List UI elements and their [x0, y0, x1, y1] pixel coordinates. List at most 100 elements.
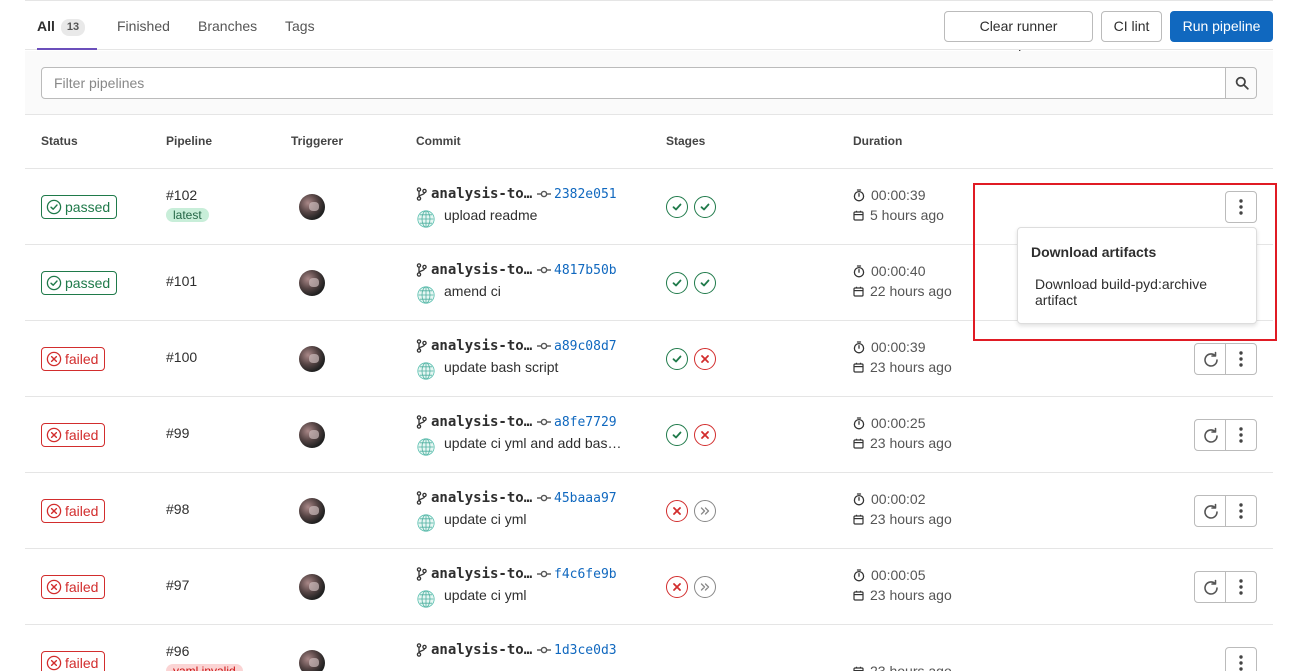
branch-name: analysis-to… [431, 566, 533, 582]
ci-lint-button[interactable]: CI lint [1101, 11, 1162, 42]
status-badge[interactable]: failed [41, 347, 106, 371]
retry-icon [1204, 351, 1218, 367]
pipeline-id-link[interactable]: #98 [166, 501, 189, 517]
run-pipeline-button[interactable]: Run pipeline [1170, 11, 1273, 42]
avatar[interactable] [299, 270, 325, 296]
status-badge[interactable]: passed [41, 195, 118, 219]
retry-button[interactable] [1194, 571, 1226, 603]
status-badge[interactable]: failed [41, 575, 106, 599]
more-actions-button[interactable] [1225, 419, 1257, 451]
commit-icon [537, 646, 551, 654]
dropdown-title: Download artifacts [1031, 244, 1157, 260]
tab-all[interactable]: All 13 [37, 0, 98, 50]
branch-ref[interactable]: analysis-to… [416, 490, 532, 506]
commit-sha-link[interactable]: a8fe7729 [554, 415, 617, 430]
branch-ref[interactable]: analysis-to… [416, 338, 532, 354]
calendar-icon [853, 438, 864, 449]
column-stages: Stages [666, 134, 706, 148]
more-actions-button[interactable] [1225, 495, 1257, 527]
branch-ref[interactable]: analysis-to… [416, 186, 532, 202]
pipeline-row: failed #99 analysis-to… a8fe7729 update ci y… [25, 397, 1273, 473]
more-actions-button[interactable] [1225, 571, 1257, 603]
branch-icon [416, 415, 427, 429]
stage-failed-icon[interactable] [694, 348, 716, 370]
status-badge[interactable]: passed [41, 271, 118, 295]
commit-sha-link[interactable]: 4817b50b [554, 263, 617, 278]
download-artifact-item[interactable]: Download build-pyd:archive artifact [1035, 276, 1245, 308]
more-actions-button[interactable] [1225, 343, 1257, 375]
branch-ref[interactable]: analysis-to… [416, 414, 532, 430]
stage-failed-icon[interactable] [694, 424, 716, 446]
commit-sha-link[interactable]: 2382e051 [554, 187, 617, 202]
filter-search-button[interactable] [1225, 67, 1257, 99]
pipeline-id-link[interactable]: #101 [166, 273, 197, 289]
stage-success-icon[interactable] [694, 272, 716, 294]
commit-message-link[interactable]: amend ci [444, 283, 501, 299]
status-badge[interactable]: failed [41, 423, 106, 447]
timer-icon [853, 188, 865, 201]
status-badge[interactable]: failed [41, 499, 106, 523]
duration: 00:00:02 [853, 491, 926, 507]
retry-button[interactable] [1194, 419, 1226, 451]
avatar[interactable] [299, 498, 325, 524]
retry-button[interactable] [1194, 343, 1226, 375]
finished-time-value: 23 hours ago [870, 587, 952, 603]
commit-sha-link[interactable]: 1d3ce0d3 [554, 643, 617, 658]
pipeline-row: failed #97 analysis-to… f4c6fe9b update ci y… [25, 549, 1273, 625]
avatar[interactable] [299, 574, 325, 600]
commit-message-link[interactable]: update bash script [444, 359, 558, 375]
stage-skipped-icon[interactable] [694, 576, 716, 598]
branch-name: analysis-to… [431, 414, 533, 430]
project-avatar-icon [417, 362, 435, 380]
finished-time-value: 23 hours ago [870, 663, 952, 671]
avatar[interactable] [299, 422, 325, 448]
branch-name: analysis-to… [431, 186, 533, 202]
status-failed-icon [46, 503, 62, 519]
finished-time-value: 22 hours ago [870, 283, 952, 299]
pipeline-id-link[interactable]: #97 [166, 577, 189, 593]
pipeline-id-link[interactable]: #99 [166, 425, 189, 441]
tab-finished[interactable]: Finished [117, 0, 170, 50]
clear-runner-caches-button[interactable]: Clear runner caches [944, 11, 1093, 63]
stage-success-icon[interactable] [694, 196, 716, 218]
project-avatar-icon [417, 286, 435, 304]
stage-failed-icon[interactable] [666, 576, 688, 598]
more-actions-button[interactable] [1225, 647, 1257, 671]
duration: 00:00:39 [853, 187, 926, 203]
tab-tags[interactable]: Tags [285, 0, 315, 50]
commit-message-link[interactable]: upload readme [444, 207, 537, 223]
branch-ref[interactable]: analysis-to… [416, 566, 532, 582]
stage-success-icon[interactable] [666, 272, 688, 294]
retry-button[interactable] [1194, 495, 1226, 527]
pipeline-id-link[interactable]: #102 [166, 187, 197, 203]
tab-branches[interactable]: Branches [198, 0, 257, 50]
stages-group [666, 424, 716, 446]
stage-success-icon[interactable] [666, 196, 688, 218]
commit-sha-link[interactable]: 45baaa97 [554, 491, 617, 506]
stage-success-icon[interactable] [666, 424, 688, 446]
commit-message-link[interactable]: update ci yml and add bas… [444, 435, 621, 451]
commit-sha-link[interactable]: a89c08d7 [554, 339, 617, 354]
pipeline-id-link[interactable]: #96 [166, 643, 189, 659]
avatar[interactable] [299, 194, 325, 220]
commit-message-link[interactable]: update ci yml [444, 511, 526, 527]
pipeline-id-link[interactable]: #100 [166, 349, 197, 365]
project-avatar-icon [417, 590, 435, 608]
avatar[interactable] [299, 650, 325, 671]
more-actions-button[interactable] [1225, 191, 1257, 223]
branch-ref[interactable]: analysis-to… [416, 262, 532, 278]
stage-failed-icon[interactable] [666, 500, 688, 522]
calendar-icon [853, 590, 864, 601]
avatar[interactable] [299, 346, 325, 372]
branch-ref[interactable]: analysis-to… [416, 642, 532, 658]
timer-icon [853, 492, 865, 505]
commit-message-link[interactable]: update ci yml [444, 587, 526, 603]
calendar-icon [853, 666, 864, 671]
stage-skipped-icon[interactable] [694, 500, 716, 522]
commit-icon [537, 266, 551, 274]
project-avatar-icon [417, 210, 435, 228]
stage-success-icon[interactable] [666, 348, 688, 370]
status-badge[interactable]: failed [41, 651, 106, 671]
commit-sha-link[interactable]: f4c6fe9b [554, 567, 617, 582]
filter-pipelines-input[interactable]: Filter pipelines [41, 67, 1227, 99]
